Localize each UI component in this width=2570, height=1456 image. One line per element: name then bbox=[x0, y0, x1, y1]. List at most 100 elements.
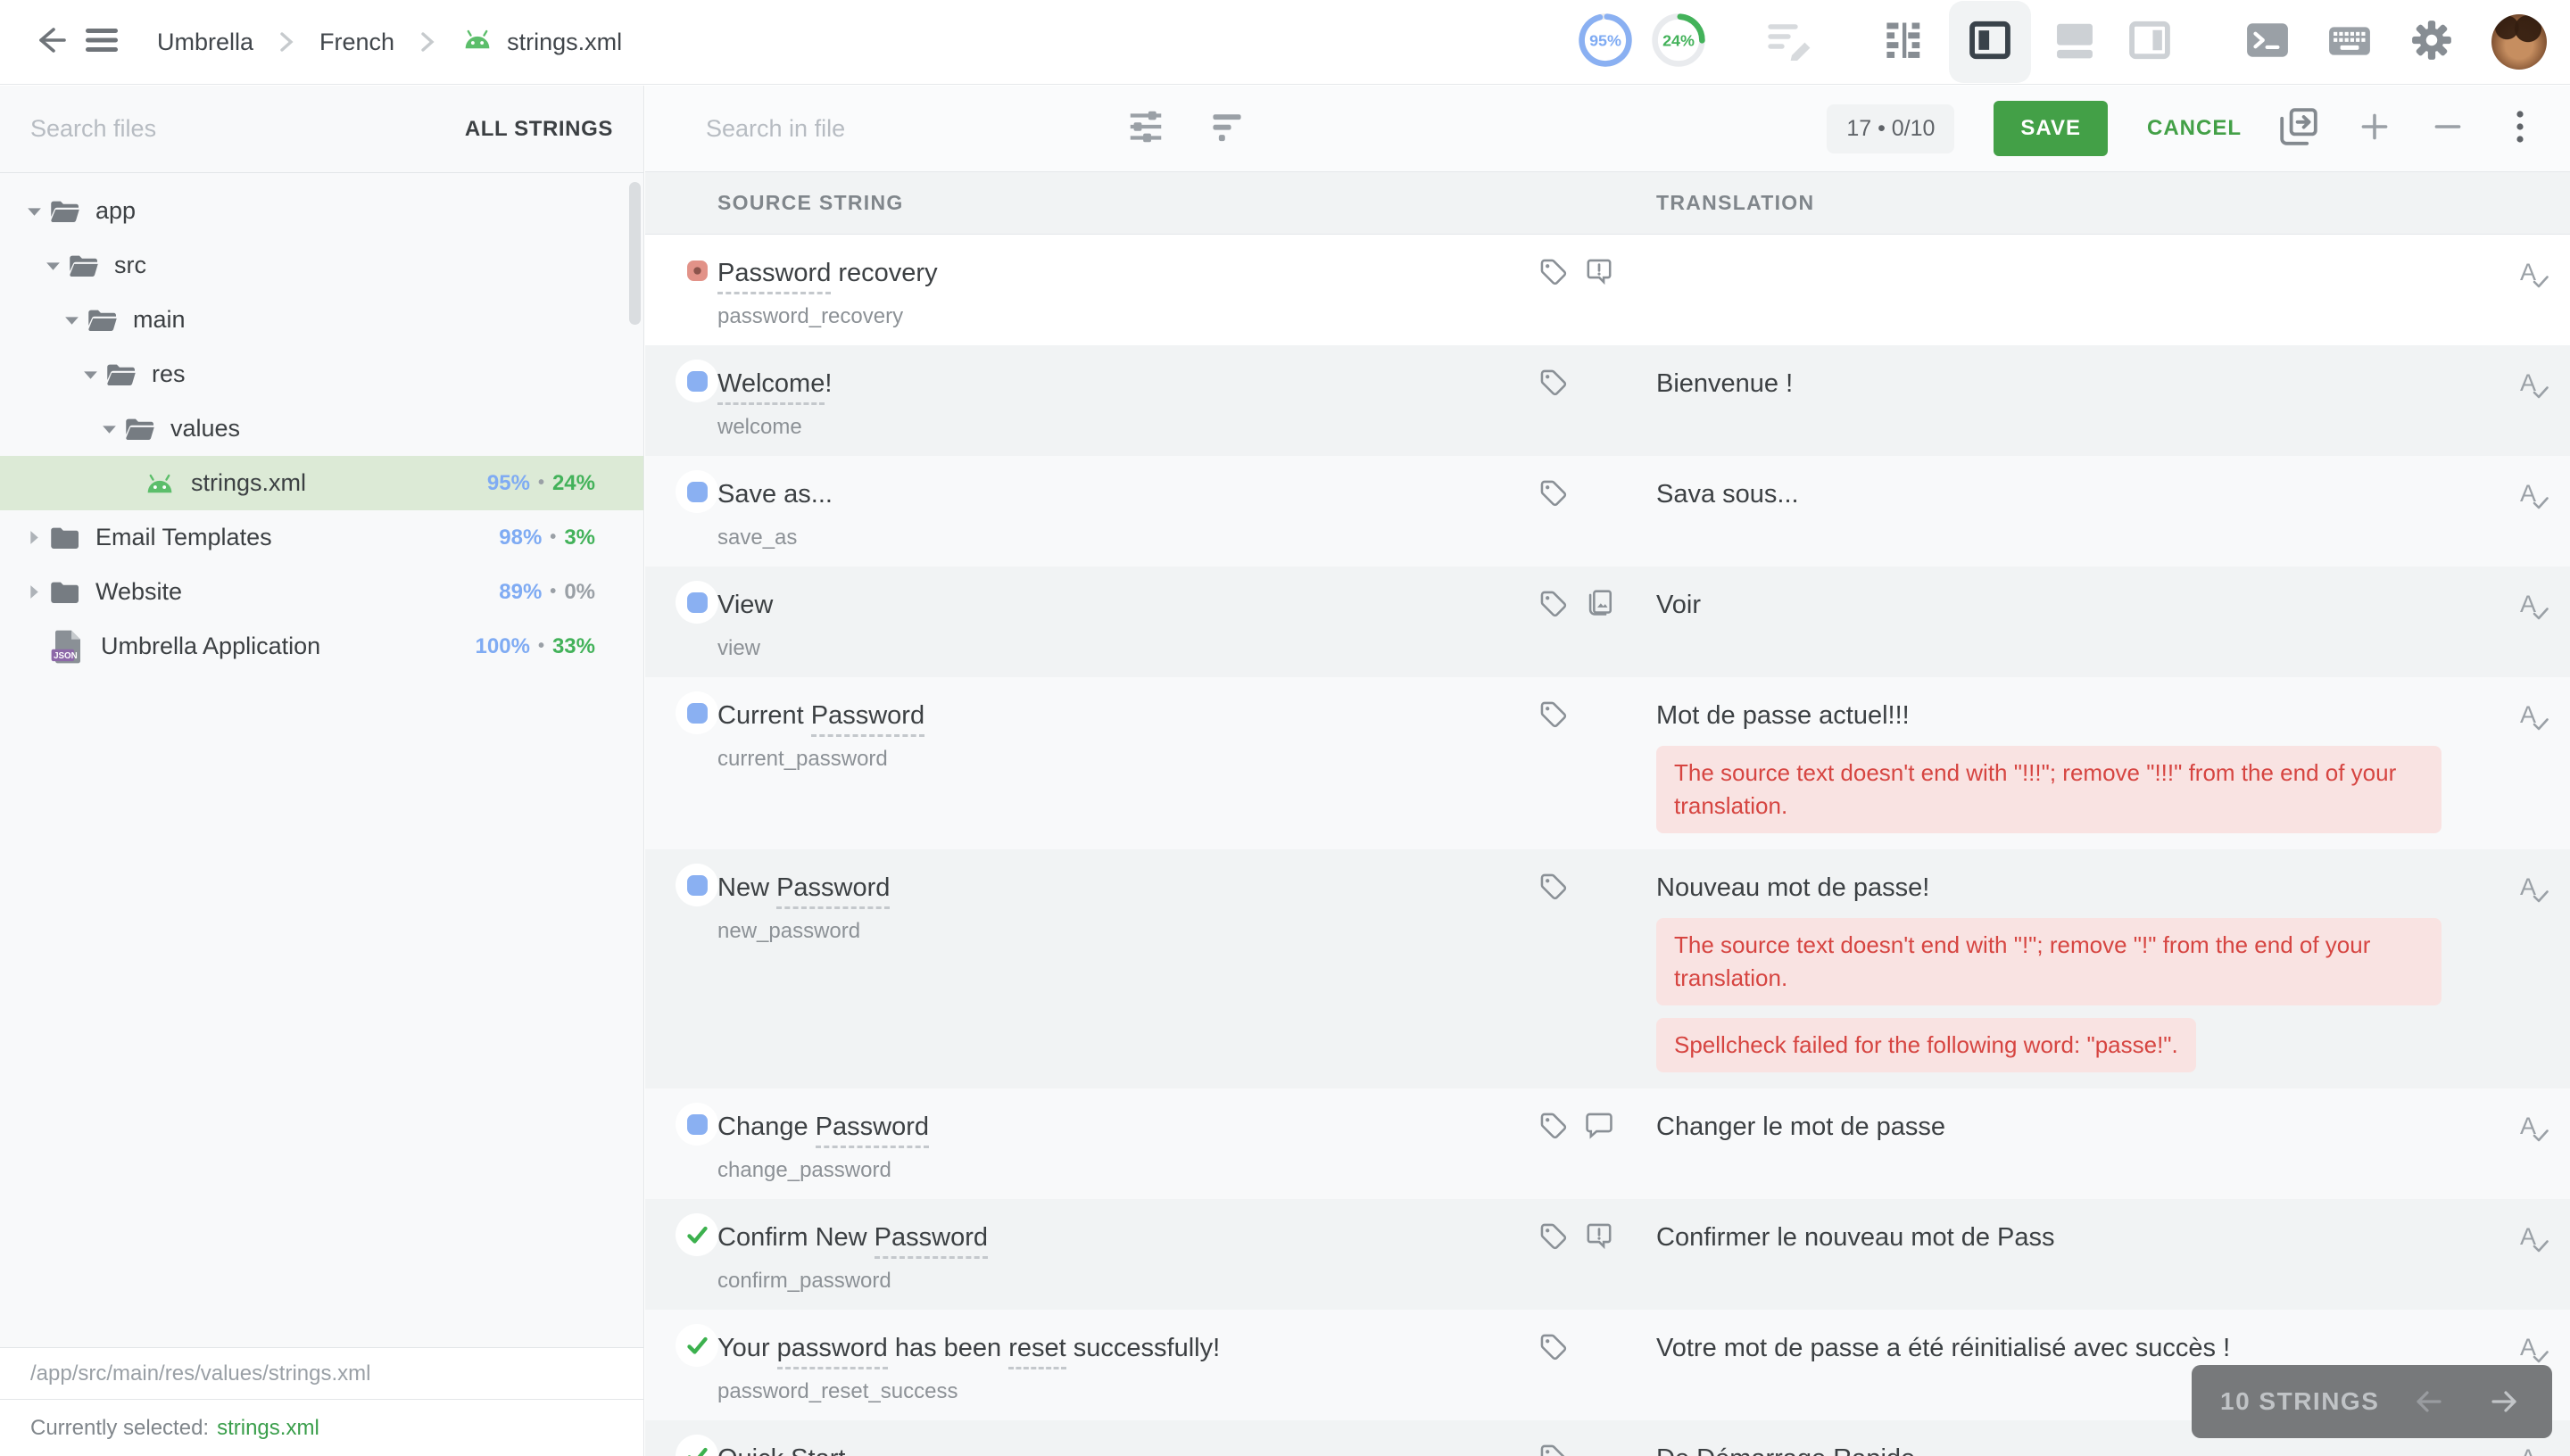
translation-cell[interactable]: Voir bbox=[1656, 567, 2570, 677]
menu-button[interactable] bbox=[77, 17, 127, 67]
tag-icon[interactable] bbox=[1538, 477, 1568, 508]
source-string-text: Password recovery bbox=[717, 255, 1531, 291]
caret-down-icon[interactable] bbox=[41, 258, 64, 274]
search-files-input[interactable] bbox=[30, 115, 369, 143]
spellcheck-icon[interactable]: A bbox=[2516, 256, 2552, 296]
search-in-file-input[interactable] bbox=[706, 115, 1125, 143]
translation-cell[interactable]: Changer le mot de passe bbox=[1656, 1088, 2570, 1199]
tree-item-email-templates[interactable]: Email Templates98%•3% bbox=[0, 510, 643, 565]
glossary-term: reset bbox=[1008, 1334, 1065, 1369]
terminal-button[interactable] bbox=[2245, 20, 2290, 65]
screenshot-icon[interactable] bbox=[1584, 588, 1614, 618]
spellcheck-icon[interactable]: A bbox=[2516, 1220, 2552, 1261]
string-row-new_password[interactable]: New Passwordnew_passwordNouveau mot de p… bbox=[645, 849, 2570, 1088]
tag-icon[interactable] bbox=[1538, 588, 1568, 618]
tag-icon[interactable] bbox=[1538, 1220, 1568, 1251]
gear-icon bbox=[2409, 18, 2454, 67]
caret-right-icon[interactable] bbox=[22, 528, 46, 547]
spellcheck-icon[interactable]: A bbox=[2516, 699, 2552, 739]
view-table-button[interactable] bbox=[1874, 1, 1936, 83]
tag-icon[interactable] bbox=[1538, 1331, 1568, 1361]
pager-next-button[interactable] bbox=[2484, 1386, 2524, 1418]
sliders-icon bbox=[1125, 106, 1166, 152]
breadcrumb-language[interactable]: French bbox=[319, 29, 394, 56]
tag-icon[interactable] bbox=[1538, 699, 1568, 729]
cancel-button[interactable]: CANCEL bbox=[2147, 116, 2242, 141]
tag-icon[interactable] bbox=[1538, 367, 1568, 397]
tree-item-main[interactable]: main bbox=[0, 293, 643, 347]
tree-item-src[interactable]: src bbox=[0, 238, 643, 293]
view-right-button[interactable] bbox=[2118, 1, 2181, 83]
approved-progress-ring: 24% bbox=[1649, 11, 1708, 74]
translation-cell[interactable]: Nouveau mot de passe!The source text doe… bbox=[1656, 849, 2570, 1088]
currently-selected: Currently selected: strings.xml bbox=[0, 1399, 643, 1456]
breadcrumb-file[interactable]: strings.xml bbox=[507, 29, 622, 56]
spellcheck-icon[interactable]: A bbox=[2516, 367, 2552, 407]
tree-item-res[interactable]: res bbox=[0, 347, 643, 401]
caret-right-icon[interactable] bbox=[22, 583, 46, 601]
more-options-button[interactable] bbox=[2502, 107, 2538, 151]
comment-icon[interactable] bbox=[1584, 1110, 1614, 1140]
folder-icon bbox=[124, 416, 156, 443]
back-icon bbox=[30, 19, 73, 66]
all-strings-button[interactable]: ALL STRINGS bbox=[465, 117, 613, 142]
currently-selected-file[interactable]: strings.xml bbox=[217, 1416, 319, 1441]
translation-cell[interactable] bbox=[1656, 235, 2570, 345]
caret-down-icon[interactable] bbox=[22, 203, 46, 219]
view-bottom-button[interactable] bbox=[2044, 1, 2106, 83]
row-icons bbox=[1538, 477, 1568, 508]
tag-icon[interactable] bbox=[1538, 871, 1568, 901]
tree-item-website[interactable]: Website89%•0% bbox=[0, 565, 643, 619]
spellcheck-icon[interactable]: A bbox=[2516, 588, 2552, 628]
string-row-view[interactable]: ViewviewVoirA bbox=[645, 567, 2570, 677]
translation-cell[interactable]: Sava sous... bbox=[1656, 456, 2570, 567]
tree-item-app[interactable]: app bbox=[0, 184, 643, 238]
tree-item-strings-xml[interactable]: strings.xml95%•24% bbox=[0, 456, 643, 510]
string-row-change_password[interactable]: Change Passwordchange_passwordChanger le… bbox=[645, 1088, 2570, 1199]
string-row-welcome[interactable]: Welcome!welcomeBienvenue !A bbox=[645, 345, 2570, 456]
settings-button[interactable] bbox=[2409, 18, 2454, 67]
comment-issue-icon[interactable] bbox=[1584, 1220, 1614, 1251]
filter-settings-button[interactable] bbox=[1125, 106, 1166, 152]
pager-label: 10 STRINGS bbox=[2220, 1387, 2379, 1416]
draft-button[interactable] bbox=[1767, 20, 1817, 65]
tree-item-values[interactable]: values bbox=[0, 401, 643, 456]
approved-check-icon bbox=[676, 1213, 718, 1256]
string-row-password_recovery[interactable]: Password recoverypassword_recoveryA bbox=[645, 235, 2570, 345]
folder-icon bbox=[49, 579, 81, 606]
translation-text: Mot de passe actuel!!! bbox=[1656, 698, 2463, 733]
caret-down-icon[interactable] bbox=[97, 421, 120, 437]
string-row-save_as[interactable]: Save as...save_asSava sous...A bbox=[645, 456, 2570, 567]
spellcheck-icon[interactable]: A bbox=[2516, 871, 2552, 911]
spellcheck-icon[interactable]: A bbox=[2516, 477, 2552, 517]
tag-icon[interactable] bbox=[1538, 1442, 1568, 1456]
breadcrumb-project[interactable]: Umbrella bbox=[157, 29, 253, 56]
copy-to-all-button[interactable] bbox=[2277, 105, 2320, 153]
translation-cell[interactable]: Confirmer le nouveau mot de Pass bbox=[1656, 1199, 2570, 1310]
string-row-current_password[interactable]: Current Passwordcurrent_passwordMot de p… bbox=[645, 677, 2570, 849]
caret-down-icon[interactable] bbox=[60, 312, 83, 328]
translation-cell[interactable]: Bienvenue ! bbox=[1656, 345, 2570, 456]
spellcheck-icon[interactable]: A bbox=[2516, 1110, 2552, 1150]
caret-down-icon[interactable] bbox=[79, 367, 102, 383]
view-side-by-side-button[interactable] bbox=[1949, 1, 2031, 83]
filter-button[interactable] bbox=[1207, 107, 1247, 151]
tree-item-umbrella-application[interactable]: JSONUmbrella Application100%•33% bbox=[0, 619, 643, 674]
zoom-out-button[interactable] bbox=[2429, 108, 2466, 150]
pager-prev-button[interactable] bbox=[2409, 1386, 2449, 1418]
tag-icon[interactable] bbox=[1538, 256, 1568, 286]
translation-text: Confirmer le nouveau mot de Pass bbox=[1656, 1220, 2463, 1255]
avatar[interactable] bbox=[2491, 14, 2547, 70]
sidebar-scrollbar[interactable] bbox=[629, 182, 641, 325]
zoom-in-button[interactable] bbox=[2356, 108, 2393, 150]
keyboard-shortcuts-button[interactable] bbox=[2327, 21, 2372, 63]
tag-icon[interactable] bbox=[1538, 1110, 1568, 1140]
string-row-confirm_password[interactable]: Confirm New Passwordconfirm_passwordConf… bbox=[645, 1199, 2570, 1310]
comment-issue-icon[interactable] bbox=[1584, 256, 1614, 286]
source-cell: New Passwordnew_password bbox=[645, 849, 1656, 1088]
translation-cell[interactable]: Mot de passe actuel!!!The source text do… bbox=[1656, 677, 2570, 849]
view-table-icon bbox=[1882, 17, 1928, 68]
save-button[interactable]: SAVE bbox=[1994, 101, 2108, 156]
back-button[interactable] bbox=[27, 17, 77, 67]
spellcheck-icon[interactable]: A bbox=[2516, 1442, 2552, 1456]
